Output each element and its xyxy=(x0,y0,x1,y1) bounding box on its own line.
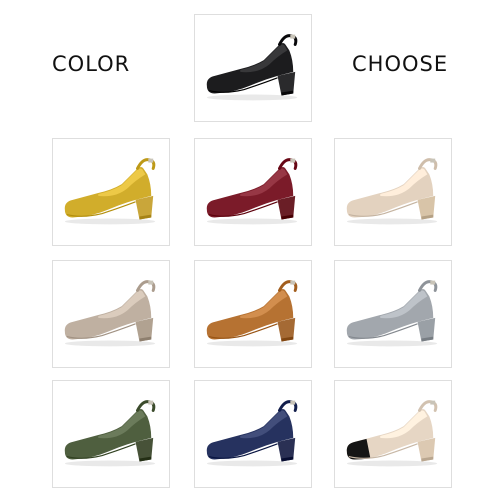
buckle xyxy=(290,400,296,405)
color-option-taupe[interactable] xyxy=(52,260,170,368)
shadow xyxy=(206,218,298,225)
shadow xyxy=(64,460,156,467)
color-option-navy[interactable] xyxy=(194,380,312,488)
color-option-black[interactable] xyxy=(194,14,312,122)
color-heading: COLOR xyxy=(52,52,131,76)
buckle xyxy=(430,400,436,405)
color-option-burgundy[interactable] xyxy=(194,138,312,246)
buckle xyxy=(148,280,154,285)
shadow xyxy=(206,460,298,467)
shadow xyxy=(206,340,298,347)
buckle xyxy=(430,158,436,163)
shadow xyxy=(206,94,298,101)
color-option-olive[interactable] xyxy=(52,380,170,488)
buckle xyxy=(290,158,296,163)
shoe-icon xyxy=(206,280,298,347)
shoe-icon xyxy=(206,158,298,225)
shoe-icon xyxy=(64,280,156,347)
shadow xyxy=(346,460,438,467)
shadow xyxy=(64,340,156,347)
buckle xyxy=(148,400,154,405)
color-option-yellow[interactable] xyxy=(52,138,170,246)
buckle xyxy=(430,280,436,285)
shadow xyxy=(64,218,156,225)
buckle xyxy=(290,280,296,285)
shoe-icon xyxy=(206,400,298,467)
shoe-icon xyxy=(206,34,298,101)
choose-heading: CHOOSE xyxy=(352,52,449,76)
shoe-icon xyxy=(346,280,438,347)
shoe-icon xyxy=(64,158,156,225)
shoe-icon xyxy=(346,400,438,467)
buckle xyxy=(290,34,296,39)
color-option-beige-black-toe[interactable] xyxy=(334,380,452,488)
shadow xyxy=(346,218,438,225)
shadow xyxy=(346,340,438,347)
color-option-brown[interactable] xyxy=(194,260,312,368)
shoe-icon xyxy=(64,400,156,467)
buckle xyxy=(148,158,154,163)
color-option-gray[interactable] xyxy=(334,260,452,368)
shoe-icon xyxy=(346,158,438,225)
product-color-page: COLOR CHOOSE xyxy=(0,0,500,500)
color-option-beige[interactable] xyxy=(334,138,452,246)
